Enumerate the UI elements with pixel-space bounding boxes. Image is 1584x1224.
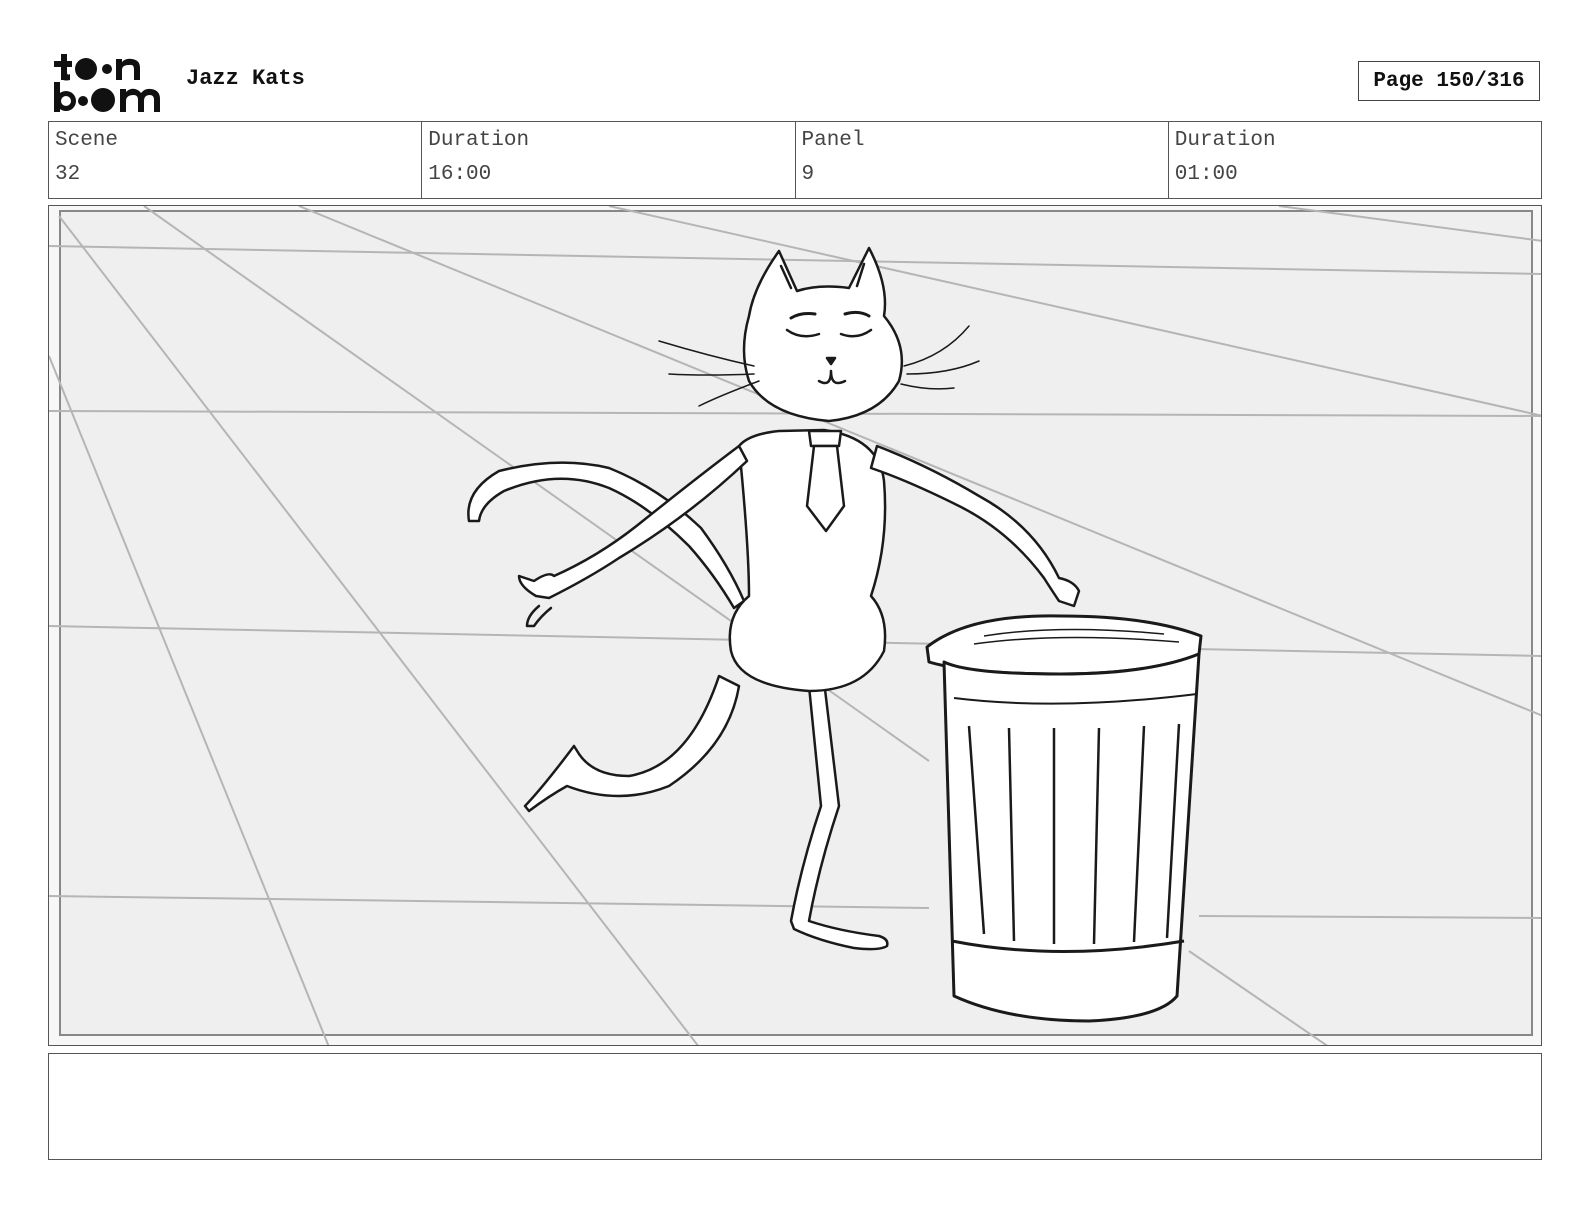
project-title: Jazz Kats <box>186 66 305 91</box>
panel-duration-label: Duration <box>1174 129 1276 152</box>
panel-label: Panel <box>801 129 865 152</box>
panel-cell: Panel 9 <box>796 122 1169 198</box>
scene-duration-value: 16:00 <box>428 163 492 186</box>
scene-info-row: Scene 32 Duration 16:00 Panel 9 Duration… <box>48 121 1542 199</box>
scene-duration-label: Duration <box>428 129 530 152</box>
panel-notes-box <box>48 1053 1542 1160</box>
page-number-badge: Page 150/316 <box>1358 61 1540 101</box>
toon-boom-logo <box>54 54 160 112</box>
panel-drawing <box>49 206 1541 1045</box>
scene-label: Scene <box>55 129 119 152</box>
storyboard-panel <box>48 205 1542 1046</box>
panel-duration-cell: Duration 01:00 <box>1169 122 1541 198</box>
scene-value: 32 <box>55 163 81 186</box>
panel-value: 9 <box>801 163 815 186</box>
panel-duration-value: 01:00 <box>1174 163 1238 186</box>
scene-duration-cell: Duration 16:00 <box>422 122 796 198</box>
trash-can <box>925 614 1203 1023</box>
page-number-label: Page 150/316 <box>1373 69 1525 93</box>
scene-cell: Scene 32 <box>49 122 423 198</box>
